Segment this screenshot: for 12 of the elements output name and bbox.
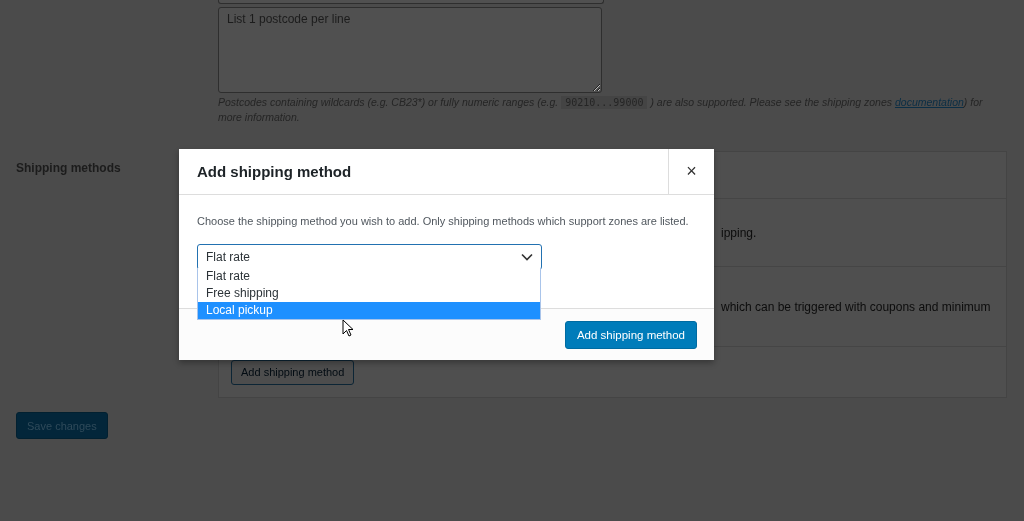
modal-title: Add shipping method xyxy=(196,162,353,182)
select-option[interactable]: Flat rate xyxy=(198,268,540,285)
method-select[interactable]: Flat rate xyxy=(197,244,542,270)
method-description: ipping. xyxy=(721,225,757,240)
select-option[interactable]: Free shipping xyxy=(198,285,540,302)
chevron-icon xyxy=(521,253,533,261)
method-description: which can be triggered with coupons and minimum xyxy=(721,299,991,314)
add-method-button[interactable]: Add shipping method xyxy=(231,359,355,385)
select-option[interactable]: Local pickup xyxy=(198,302,540,319)
submit-button[interactable]: Add shipping method xyxy=(564,320,697,349)
close-button[interactable]: × xyxy=(668,149,714,194)
modal-description: Choose the shipping method you wish to add. Only shipping methods which support zones are listed. xyxy=(197,214,689,228)
